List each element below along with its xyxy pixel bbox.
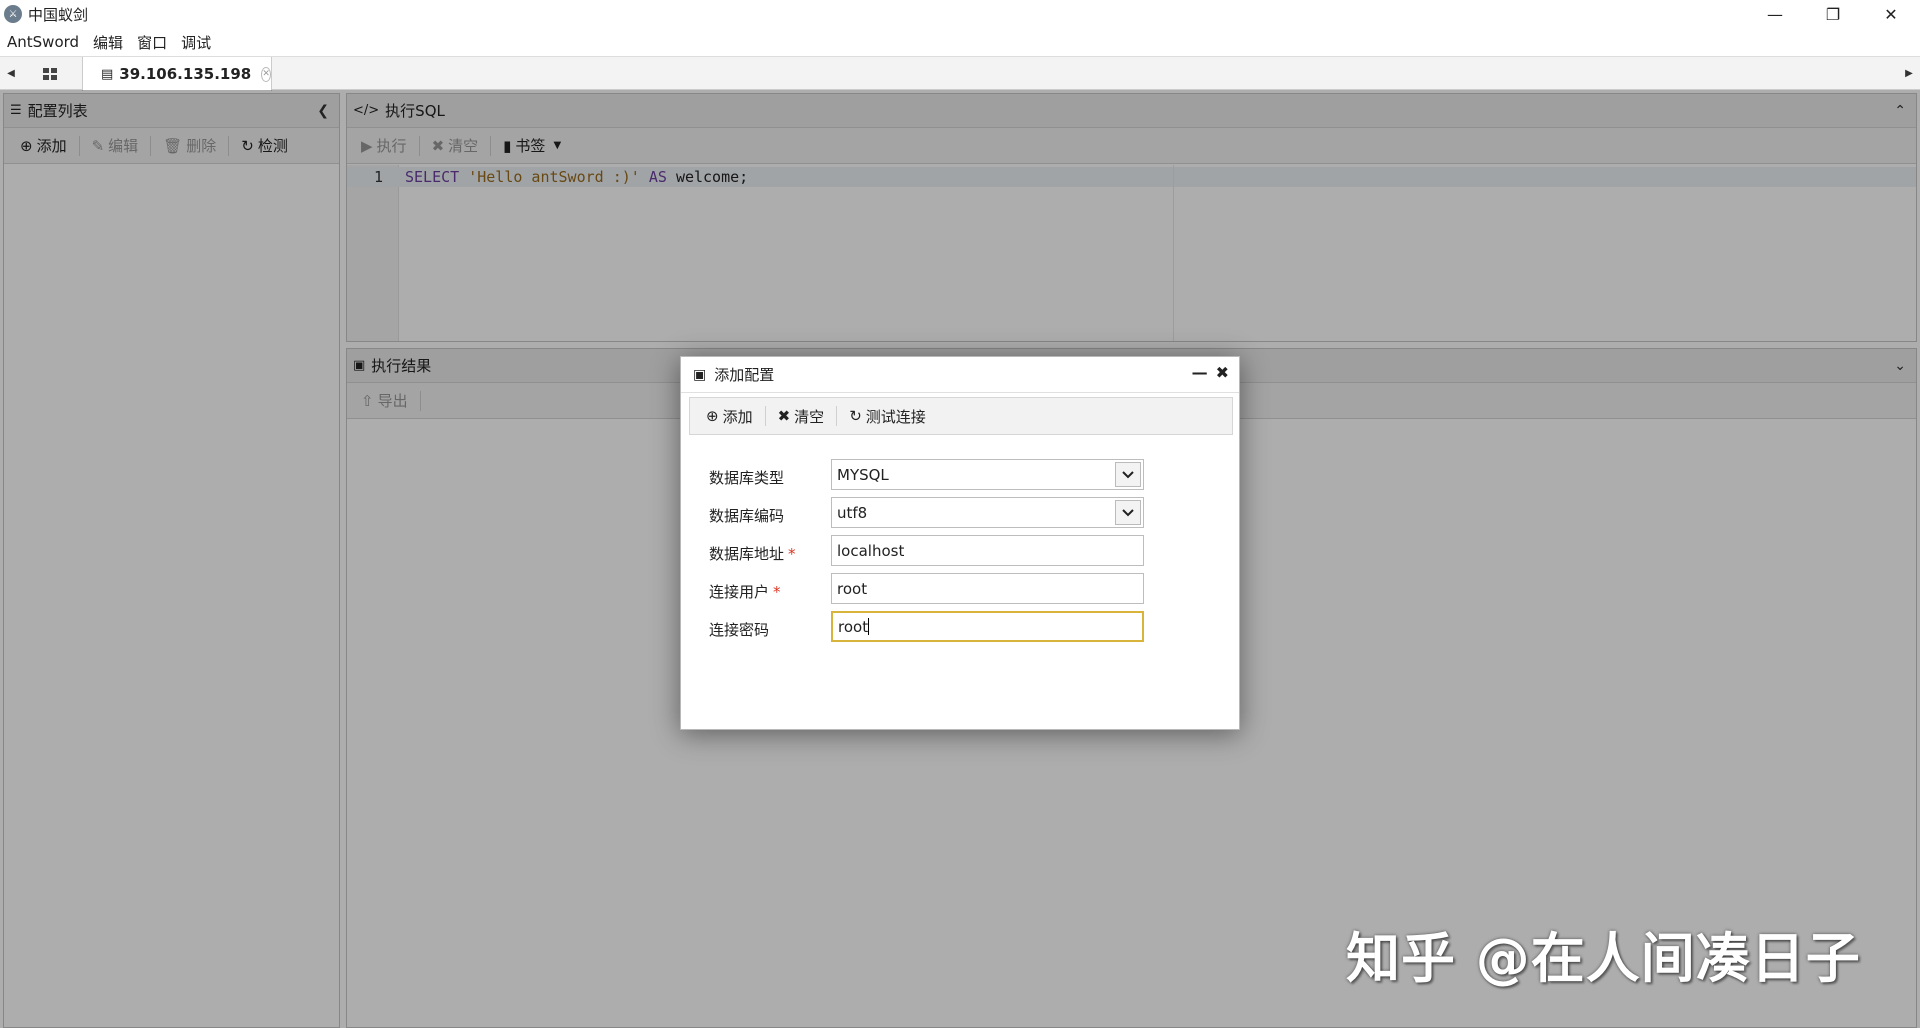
db-user-input[interactable]: root bbox=[831, 573, 1144, 604]
tab-scroll-left-icon[interactable]: ◀ bbox=[0, 57, 22, 90]
dialog-clear-label: 清空 bbox=[794, 407, 825, 426]
required-marker: * bbox=[773, 583, 781, 601]
dialog-clear-button[interactable]: ✖ 清空 bbox=[766, 402, 837, 430]
db-address-label: 数据库地址 * bbox=[709, 543, 796, 564]
form-row-db-password: 连接密码 root bbox=[709, 611, 1189, 649]
dialog-title-bar: ▣ 添加配置 — ✖ bbox=[681, 357, 1239, 393]
dialog-test-label: 测试连接 bbox=[865, 407, 926, 426]
title-bar: ⚔ 中国蚁剑 — ❐ ✕ bbox=[0, 0, 1920, 28]
required-marker: * bbox=[788, 545, 796, 563]
dialog-add-label: 添加 bbox=[722, 407, 753, 426]
form-row-db-type: 数据库类型 MYSQL bbox=[709, 459, 1189, 497]
db-password-input[interactable]: root bbox=[831, 611, 1144, 642]
close-window-button[interactable]: ✕ bbox=[1862, 0, 1920, 28]
antsword-logo-icon: ⚔ bbox=[4, 5, 22, 23]
menu-antsword[interactable]: AntSword bbox=[0, 33, 86, 51]
db-user-label: 连接用户 * bbox=[709, 581, 781, 602]
add-config-dialog: ▣ 添加配置 — ✖ ⊕ 添加 ✖ 清空 ↻ 测试连接 数据库类型 MYSQL bbox=[680, 356, 1240, 730]
form-row-db-address: 数据库地址 * localhost bbox=[709, 535, 1189, 573]
tab-home-grid-icon[interactable] bbox=[28, 61, 72, 87]
text-cursor bbox=[868, 618, 870, 635]
tab-database[interactable]: ▤ 39.106.135.198 ✕ bbox=[82, 57, 272, 91]
db-user-value: root bbox=[837, 579, 868, 598]
plus-circle-icon: ⊕ bbox=[706, 407, 719, 425]
menu-edit[interactable]: 编辑 bbox=[86, 32, 130, 53]
config-form: 数据库类型 MYSQL 数据库编码 utf8 数据库地址* localhost bbox=[709, 459, 1189, 649]
window-icon: ▣ bbox=[693, 366, 707, 383]
db-encoding-value: utf8 bbox=[837, 503, 868, 522]
dialog-controls: — ✖ bbox=[1192, 363, 1229, 382]
database-icon: ▤ bbox=[101, 66, 114, 82]
dialog-title: 添加配置 bbox=[714, 366, 775, 384]
menu-window[interactable]: 窗口 bbox=[130, 32, 174, 53]
menu-debug[interactable]: 调试 bbox=[174, 32, 218, 53]
window-controls: — ❐ ✕ bbox=[1746, 0, 1920, 28]
watermark-text: 知乎 @在人间凑日子 bbox=[1346, 927, 1861, 990]
form-row-db-user: 连接用户 * root bbox=[709, 573, 1189, 611]
db-password-label: 连接密码 bbox=[709, 621, 770, 639]
db-address-label-text: 数据库地址 bbox=[709, 545, 785, 563]
spinner-icon: ↻ bbox=[849, 407, 862, 425]
x-icon: ✖ bbox=[777, 407, 791, 425]
tab-bar: ◀ ▤ 39.106.135.198 ✕ ▶ bbox=[0, 56, 1920, 91]
tab-scroll-right-icon[interactable]: ▶ bbox=[1898, 57, 1920, 90]
db-type-select[interactable]: MYSQL bbox=[831, 459, 1144, 490]
chevron-down-icon[interactable] bbox=[1115, 500, 1141, 525]
db-encoding-select[interactable]: utf8 bbox=[831, 497, 1144, 528]
tab-close-icon[interactable]: ✕ bbox=[261, 66, 271, 82]
db-encoding-label: 数据库编码 bbox=[709, 507, 785, 525]
form-row-db-encoding: 数据库编码 utf8 bbox=[709, 497, 1189, 535]
db-type-value: MYSQL bbox=[837, 465, 889, 484]
db-address-value: localhost bbox=[837, 541, 905, 560]
window-title: 中国蚁剑 bbox=[28, 5, 89, 24]
db-password-value: root bbox=[838, 617, 869, 636]
dialog-toolbar: ⊕ 添加 ✖ 清空 ↻ 测试连接 bbox=[689, 397, 1233, 435]
minimize-button[interactable]: — bbox=[1746, 0, 1804, 28]
tab-database-label: 39.106.135.198 bbox=[119, 65, 252, 83]
dialog-close-icon[interactable]: ✖ bbox=[1216, 363, 1229, 382]
dialog-test-connection-button[interactable]: ↻ 测试连接 bbox=[837, 402, 938, 430]
menu-bar: AntSword 编辑 窗口 调试 bbox=[0, 28, 1920, 56]
restore-button[interactable]: ❐ bbox=[1804, 0, 1862, 28]
dialog-add-button[interactable]: ⊕ 添加 bbox=[694, 402, 765, 430]
chevron-down-icon[interactable] bbox=[1115, 462, 1141, 487]
db-type-label: 数据库类型 bbox=[709, 469, 785, 487]
db-address-input[interactable]: localhost bbox=[831, 535, 1144, 566]
db-user-label-text: 连接用户 bbox=[709, 583, 770, 601]
dialog-minimize-icon[interactable]: — bbox=[1192, 363, 1208, 382]
